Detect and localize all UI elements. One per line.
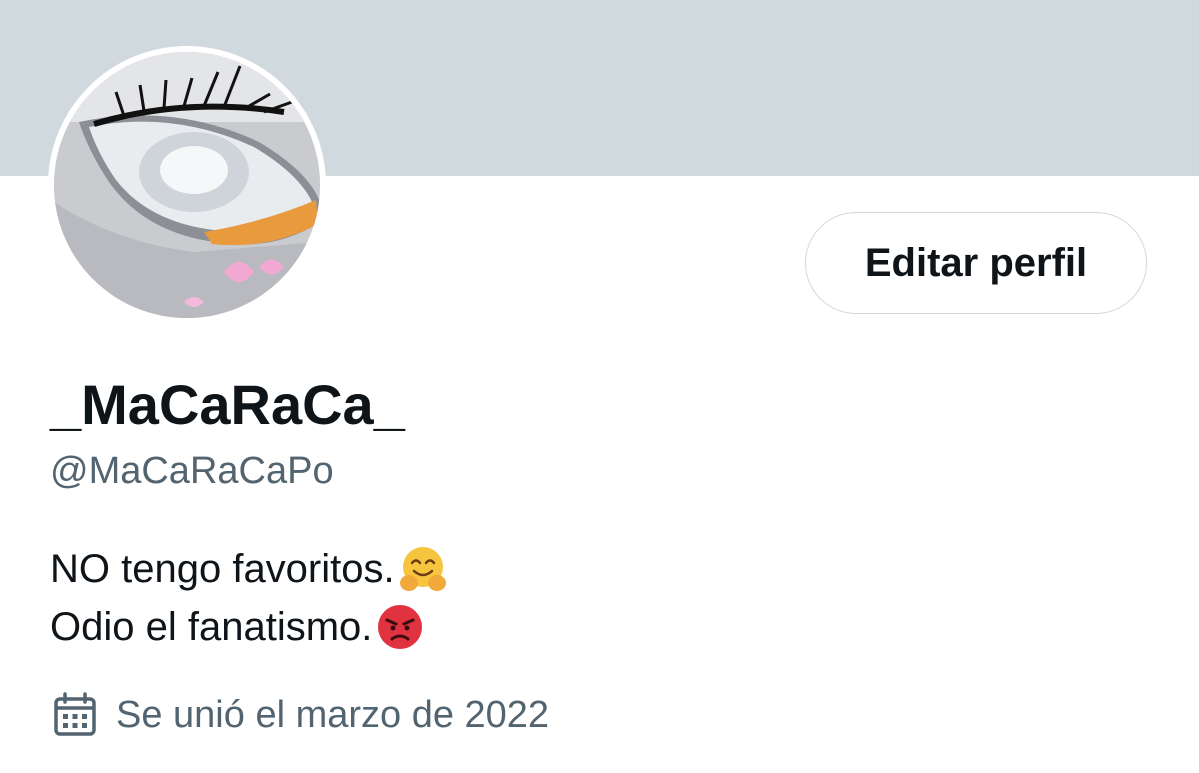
bio-line: NO tengo favoritos. (50, 540, 449, 598)
bio-line: Odio el fanatismo. (50, 598, 449, 656)
join-date: Se unió el marzo de 2022 (50, 690, 549, 740)
avatar[interactable] (54, 52, 320, 318)
username-handle: @MaCaRaCaPo (50, 450, 334, 492)
avatar-image (54, 52, 320, 318)
profile-page: Editar perfil _MaCaRaCa_ @MaCaRaCaPo NO … (0, 0, 1199, 773)
angry-face-emoji (378, 605, 423, 649)
avatar-frame (48, 46, 326, 324)
join-date-text: Se unió el marzo de 2022 (116, 693, 550, 736)
hugging-face-emoji (399, 547, 446, 591)
display-name: _MaCaRaCa_ (50, 373, 405, 436)
bio-line-text: Odio el fanatismo. (50, 605, 373, 649)
edit-profile-button[interactable]: Editar perfil (805, 212, 1147, 314)
profile-bio: NO tengo favoritos. Odio el fanatismo. (50, 540, 449, 656)
calendar-icon (54, 692, 96, 736)
bio-line-text: NO tengo favoritos. (50, 547, 395, 591)
